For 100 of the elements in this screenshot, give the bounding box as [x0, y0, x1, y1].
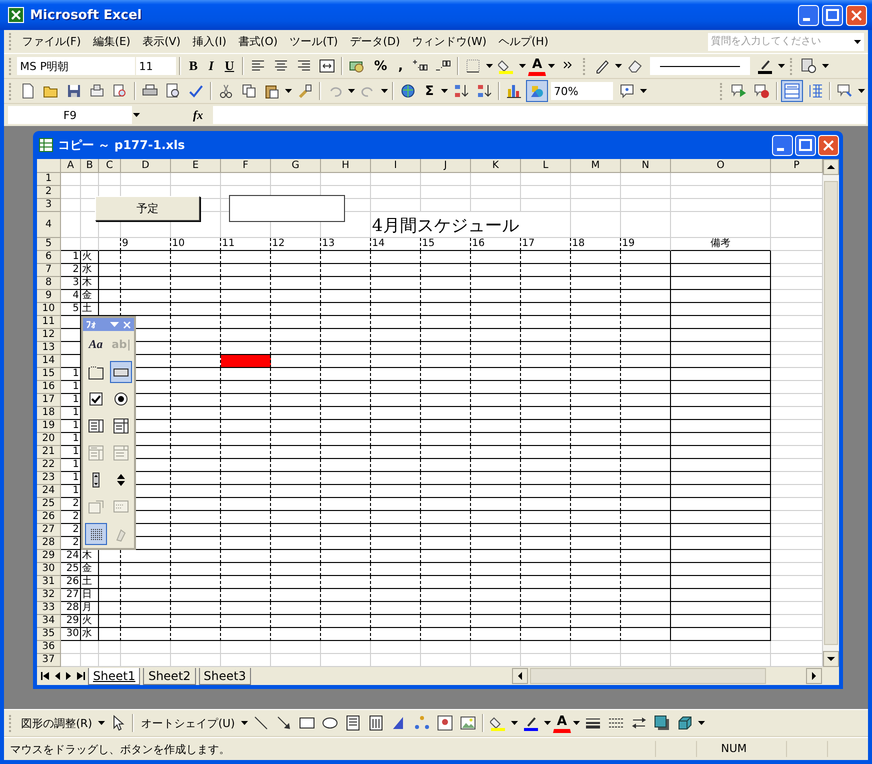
- column-header[interactable]: E: [171, 159, 221, 173]
- row-header[interactable]: 13: [37, 342, 61, 355]
- row-header[interactable]: 11: [37, 316, 61, 329]
- font-color-button[interactable]: A: [528, 56, 546, 76]
- column-header[interactable]: A: [61, 159, 81, 173]
- dropdown-arrow-icon[interactable]: [640, 89, 647, 93]
- column-header[interactable]: D: [121, 159, 171, 173]
- menu-item[interactable]: ウィンドウ(W): [406, 32, 492, 51]
- row-header[interactable]: 7: [37, 264, 61, 277]
- dropdown-arrow-icon[interactable]: [381, 89, 388, 93]
- row-header[interactable]: 24: [37, 485, 61, 498]
- column-header[interactable]: O: [671, 159, 771, 173]
- row-header[interactable]: 17: [37, 394, 61, 407]
- row-header[interactable]: 16: [37, 381, 61, 394]
- column-header[interactable]: M: [571, 159, 621, 173]
- column-header[interactable]: I: [371, 159, 421, 173]
- row-header[interactable]: 20: [37, 433, 61, 446]
- schedule-button[interactable]: 予定: [95, 196, 200, 221]
- maximize-button[interactable]: [822, 4, 843, 26]
- next-sheet-icon[interactable]: [66, 672, 71, 680]
- dropdown-arrow-icon[interactable]: [440, 89, 448, 93]
- close-button[interactable]: [846, 4, 867, 26]
- shapes-icon[interactable]: [526, 80, 548, 102]
- row-header[interactable]: 19: [37, 420, 61, 433]
- draw-menu[interactable]: 図形の調整(R): [17, 714, 96, 732]
- minimize-button[interactable]: [798, 4, 819, 26]
- menu-item[interactable]: 挿入(I): [186, 32, 232, 51]
- row-header[interactable]: 6: [37, 251, 61, 264]
- row-header[interactable]: 34: [37, 615, 61, 628]
- row-header[interactable]: 14: [37, 355, 61, 368]
- dropdown-arrow-icon[interactable]: [572, 721, 580, 725]
- dropdown-arrow-icon[interactable]: [548, 64, 556, 68]
- grid-icon[interactable]: [84, 523, 107, 546]
- dropdown-arrow-icon[interactable]: [348, 89, 355, 93]
- scroll-down-button[interactable]: [823, 651, 839, 667]
- row-header[interactable]: 29: [37, 550, 61, 563]
- sheet-tab[interactable]: Sheet2: [143, 668, 196, 684]
- formula-field[interactable]: [213, 106, 866, 124]
- row-header[interactable]: 36: [37, 641, 61, 654]
- column-header[interactable]: C: [99, 159, 121, 173]
- row-header[interactable]: 33: [37, 602, 61, 615]
- row-header[interactable]: 27: [37, 524, 61, 537]
- dropdown-arrow-icon[interactable]: [98, 721, 106, 725]
- dropdown-arrow-icon[interactable]: [285, 89, 292, 93]
- dropdown-arrow-icon[interactable]: [519, 64, 526, 68]
- menu-item[interactable]: 表示(V): [136, 32, 187, 51]
- column-header[interactable]: P: [771, 159, 823, 173]
- dropdown-arrow-icon[interactable]: [133, 113, 140, 117]
- scroll-thumb[interactable]: [824, 181, 838, 645]
- minimize-button[interactable]: [772, 134, 793, 156]
- line-style-dropdown[interactable]: [650, 57, 750, 75]
- label-tool-button[interactable]: Aa: [86, 335, 105, 354]
- column-header[interactable]: F: [221, 159, 271, 173]
- close-icon[interactable]: [123, 320, 131, 328]
- dropdown-arrow-icon[interactable]: [615, 64, 622, 68]
- row-header[interactable]: 5: [37, 238, 61, 251]
- row-header[interactable]: 1: [37, 173, 61, 186]
- percent-button[interactable]: %: [369, 55, 392, 77]
- previous-sheet-icon[interactable]: [55, 672, 60, 680]
- row-header[interactable]: 4: [37, 212, 61, 238]
- italic-button[interactable]: I: [204, 55, 219, 77]
- column-header[interactable]: N: [621, 159, 671, 173]
- sheet-tab[interactable]: Sheet1: [88, 668, 140, 684]
- dropdown-arrow-icon[interactable]: [822, 64, 830, 68]
- insert-function-button[interactable]: fx: [193, 108, 203, 122]
- menu-item[interactable]: ヘルプ(H): [492, 32, 554, 51]
- autosum-button[interactable]: Σ: [420, 80, 439, 102]
- font-name-dropdown[interactable]: MS P明朝: [17, 57, 135, 75]
- first-sheet-icon[interactable]: [41, 672, 49, 680]
- menu-item[interactable]: ツール(T): [284, 32, 344, 51]
- dropdown-arrow-icon[interactable]: [858, 89, 865, 93]
- dropdown-arrow-icon[interactable]: [240, 721, 248, 725]
- button-tool-icon[interactable]: [110, 360, 132, 383]
- font-color-button[interactable]: A: [552, 713, 571, 733]
- row-header[interactable]: 2: [37, 186, 61, 199]
- column-header[interactable]: H: [321, 159, 371, 173]
- row-header[interactable]: 3: [37, 199, 61, 212]
- underline-button[interactable]: U: [220, 55, 240, 77]
- row-header[interactable]: 9: [37, 290, 61, 303]
- row-header[interactable]: 31: [37, 576, 61, 589]
- row-header[interactable]: 37: [37, 654, 61, 667]
- row-header[interactable]: 12: [37, 329, 61, 342]
- column-header[interactable]: G: [271, 159, 321, 173]
- row-header[interactable]: 32: [37, 589, 61, 602]
- row-header[interactable]: 35: [37, 628, 61, 641]
- row-header[interactable]: 23: [37, 472, 61, 485]
- row-header[interactable]: 8: [37, 277, 61, 290]
- scroll-thumb[interactable]: [530, 668, 766, 684]
- menu-item[interactable]: 書式(O): [232, 32, 284, 51]
- column-width-icon[interactable]: [781, 80, 803, 102]
- help-search-field[interactable]: 質問を入力してください: [708, 32, 864, 50]
- menu-item[interactable]: 編集(E): [86, 32, 136, 51]
- dropdown-arrow-icon[interactable]: [510, 721, 518, 725]
- row-header[interactable]: 26: [37, 511, 61, 524]
- row-header[interactable]: 18: [37, 407, 61, 420]
- maximize-button[interactable]: [795, 134, 816, 156]
- name-box[interactable]: F9: [8, 106, 132, 124]
- row-header[interactable]: 15: [37, 368, 61, 381]
- column-header[interactable]: J: [421, 159, 471, 173]
- comma-button[interactable]: ,: [393, 55, 408, 77]
